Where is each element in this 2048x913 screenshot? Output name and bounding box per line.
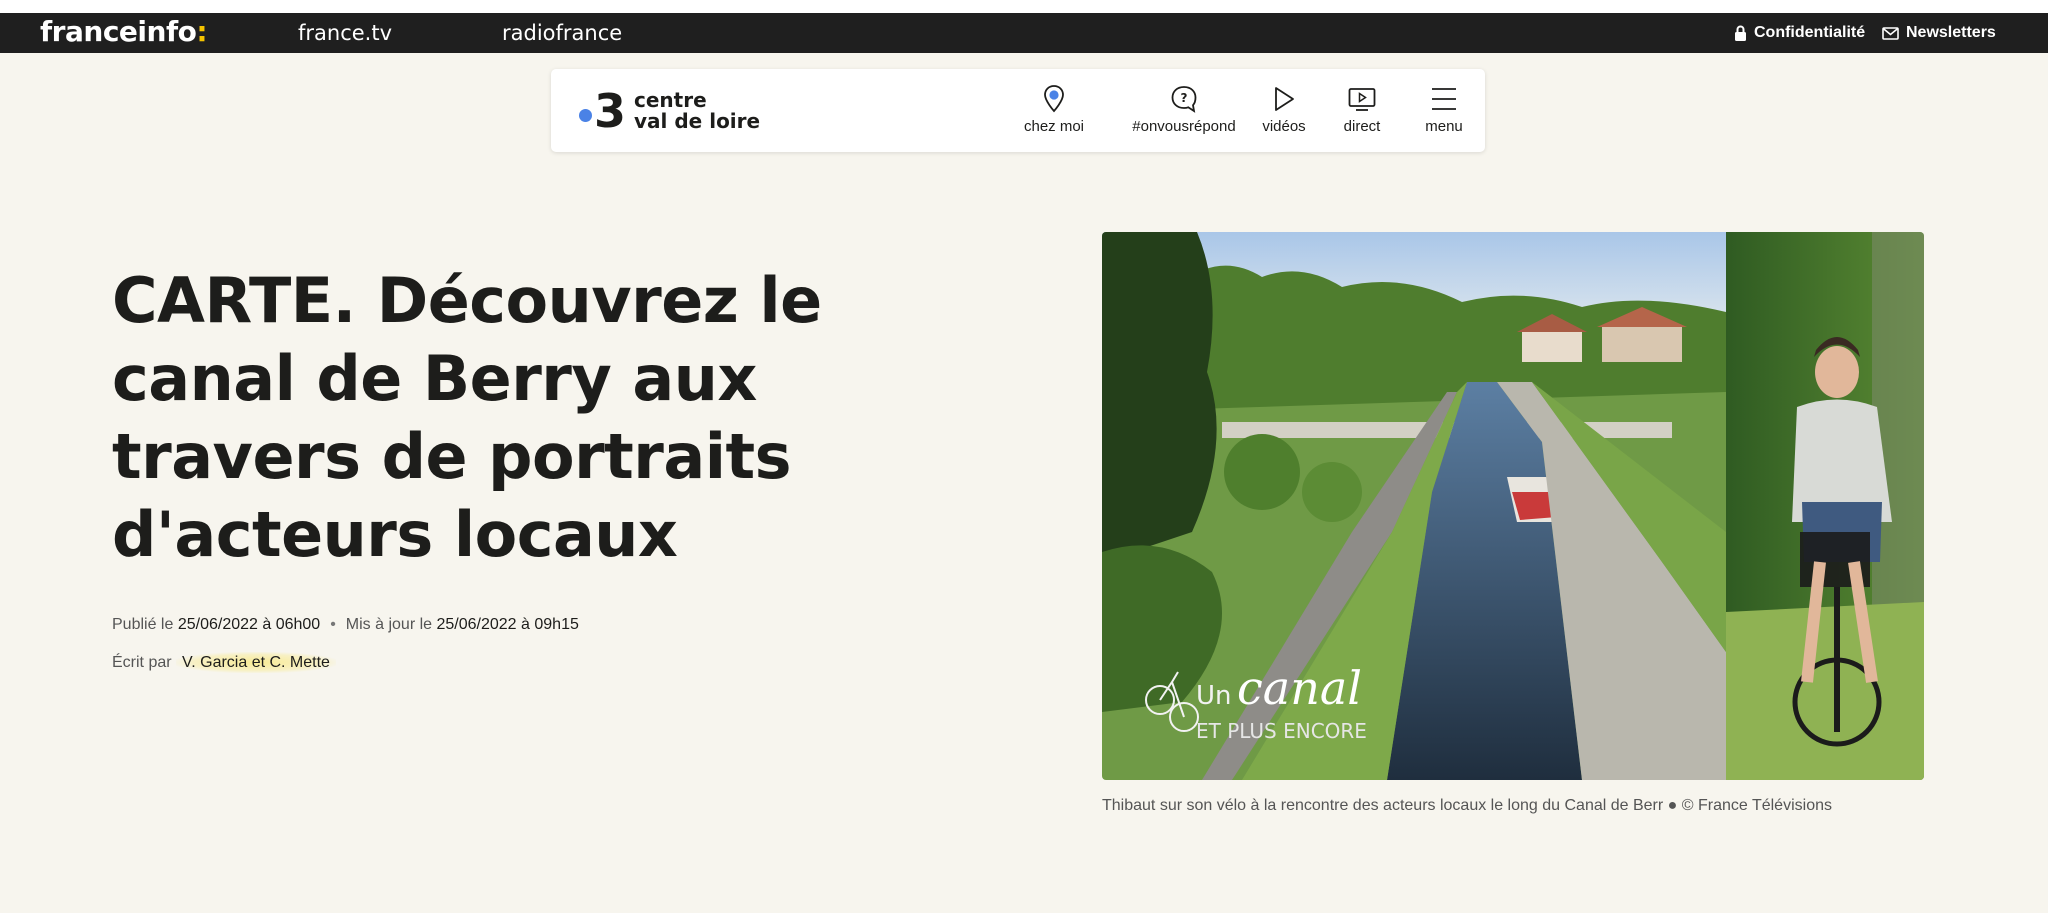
franceinfo-logo[interactable]: franceinfo: [40, 15, 208, 49]
published-date: 25/06/2022 à 06h00 [177, 616, 321, 633]
question-bubble-icon: ? [1171, 86, 1197, 113]
confidentiality-label: Confidentialité [1754, 24, 1866, 41]
overlay-un: Un [1196, 681, 1232, 711]
nav-menu[interactable]: menu [1411, 83, 1477, 136]
updated-date: 25/06/2022 à 09h15 [436, 616, 579, 633]
france3-dot [579, 108, 592, 122]
article-byline: Écrit par V. Garcia et C. Mette [112, 652, 336, 674]
francetv-link[interactable]: france.tv [298, 19, 392, 47]
radiofrance-link[interactable]: radiofrance [502, 19, 622, 47]
regional-navbar: 3 centre val de loire chez moi ? #onvous… [551, 69, 1485, 152]
top-strip [0, 0, 2048, 13]
svg-text:?: ? [1181, 91, 1188, 105]
nav-chez-moi[interactable]: chez moi [1019, 83, 1089, 136]
overlay-et-plus-encore: ET PLUS ENCORE [1196, 719, 1367, 743]
confidentiality-link[interactable]: Confidentialité [1734, 21, 1865, 45]
play-icon [1275, 87, 1294, 111]
article-photo: Un canal ET PLUS ENCORE [1102, 232, 1924, 780]
newsletters-link[interactable]: Newsletters [1882, 21, 1996, 45]
published-label: Publié le [112, 616, 174, 633]
tv-play-icon [1348, 88, 1376, 111]
overlay-canal: canal [1237, 661, 1362, 715]
hamburger-menu-icon [1432, 88, 1456, 110]
author-link[interactable]: V. Garcia et C. Mette [176, 652, 336, 673]
global-topbar: franceinfo: france.tv radiofrance Confid… [0, 13, 2048, 53]
updated-label: Mis à jour le [345, 616, 433, 633]
canal-photo-illustration: Un canal ET PLUS ENCORE [1102, 232, 1924, 780]
date-separator: • [330, 616, 336, 633]
location-pin-icon [1044, 85, 1064, 113]
article-title: CARTE. Découvrez le canal de Berry aux t… [112, 264, 822, 571]
newsletters-label: Newsletters [1906, 24, 1996, 41]
article-dates: Publié le 25/06/2022 à 06h00 • Mis à jou… [112, 614, 579, 636]
byline-label: Écrit par [112, 654, 172, 671]
nav-videos[interactable]: vidéos [1251, 83, 1317, 136]
photo-caption: Thibaut sur son vélo à la rencontre des … [1102, 797, 1832, 814]
envelope-icon [1882, 26, 1899, 40]
region-name: centre val de loire [634, 88, 761, 133]
lock-icon [1735, 25, 1746, 41]
france3-number: 3 [594, 84, 626, 138]
france3-centre-logo[interactable]: 3 centre val de loire [579, 87, 760, 135]
nav-direct[interactable]: direct [1329, 83, 1395, 136]
nav-onvousrepond[interactable]: ? #onvousrépond [1109, 83, 1259, 136]
